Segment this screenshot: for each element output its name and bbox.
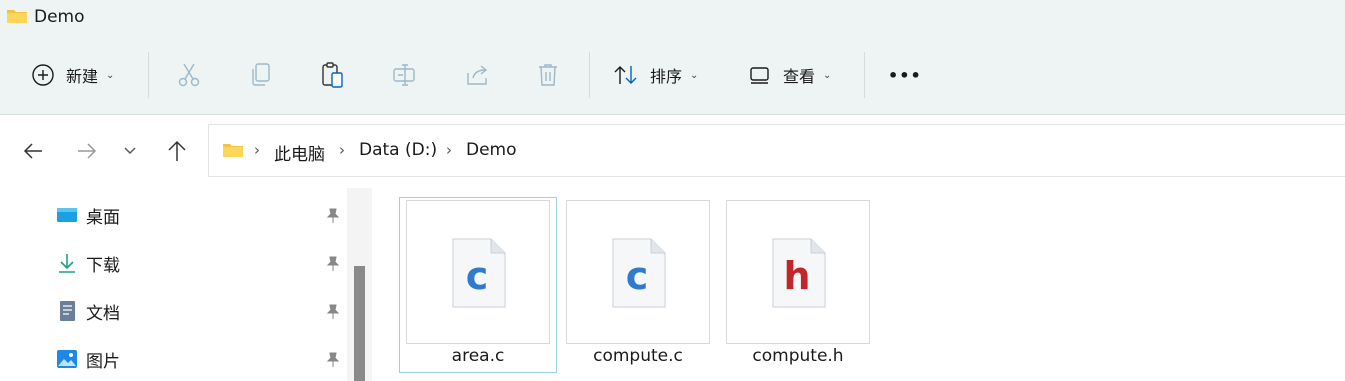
pin-icon[interactable] xyxy=(324,255,342,273)
sidebar-item-desktop[interactable]: 桌面 xyxy=(56,200,120,230)
view-icon xyxy=(750,67,769,84)
file-name[interactable]: compute.c xyxy=(563,346,713,366)
file-thumbnail[interactable]: h xyxy=(726,200,870,344)
file-type-letter: c xyxy=(466,254,489,298)
desktop-icon xyxy=(57,208,77,222)
rename-icon xyxy=(393,64,415,86)
arrow-right-icon xyxy=(78,143,97,159)
pictures-icon xyxy=(57,350,77,368)
folder-icon xyxy=(7,10,27,23)
sidebar-item-label: 下载 xyxy=(86,255,120,276)
trash-icon xyxy=(539,64,557,86)
delete-button[interactable] xyxy=(537,48,559,102)
sidebar-item-documents[interactable]: 文档 xyxy=(56,296,120,326)
navigation-bar: › 此电脑 › Data (D:) › Demo xyxy=(0,124,1345,178)
paste-button[interactable] xyxy=(321,48,345,102)
scissors-icon xyxy=(178,63,200,87)
title-bar: Demo xyxy=(0,0,1345,36)
up-button[interactable] xyxy=(162,136,192,166)
sidebar-item-label: 文档 xyxy=(86,303,120,324)
chevron-down-icon: ⌄ xyxy=(823,69,832,81)
chevron-down-icon xyxy=(124,147,136,154)
back-button[interactable] xyxy=(18,136,48,166)
chevron-right-icon: › xyxy=(254,141,260,159)
breadcrumb-item[interactable]: 此电脑 xyxy=(274,140,325,165)
sort-icon xyxy=(614,66,637,84)
breadcrumb-item[interactable]: Demo xyxy=(466,140,517,160)
file-name[interactable]: area.c xyxy=(403,346,553,366)
recent-locations-button[interactable] xyxy=(115,136,145,166)
clipboard-icon xyxy=(322,62,343,88)
chevron-right-icon: › xyxy=(446,141,452,159)
c-source-file-icon: c xyxy=(452,238,506,308)
sort-label: 排序 xyxy=(650,67,683,86)
file-name[interactable]: compute.h xyxy=(723,346,873,366)
toolbar-separator xyxy=(148,52,149,98)
rename-button[interactable] xyxy=(392,48,418,102)
download-icon xyxy=(59,254,75,273)
divider xyxy=(0,114,1345,115)
more-icon: ••• xyxy=(888,65,922,85)
file-type-letter: c xyxy=(626,254,649,298)
pin-icon[interactable] xyxy=(324,351,342,369)
navigation-pane: 桌面 下载 文档 图片 xyxy=(0,188,372,381)
view-label: 查看 xyxy=(783,67,816,86)
document-icon xyxy=(60,301,75,321)
folder-icon xyxy=(223,144,243,157)
breadcrumb-item[interactable]: Data (D:) xyxy=(359,140,437,160)
sidebar-item-label: 图片 xyxy=(86,351,120,372)
pin-icon[interactable] xyxy=(324,303,342,321)
sidebar-item-downloads[interactable]: 下载 xyxy=(56,248,120,278)
cut-button[interactable] xyxy=(177,48,201,102)
toolbar-separator xyxy=(589,52,590,98)
chevron-down-icon: ⌄ xyxy=(106,69,115,81)
share-icon xyxy=(467,65,488,85)
sidebar-scrollbar-thumb[interactable] xyxy=(354,266,365,381)
more-options-button[interactable]: ••• xyxy=(888,48,922,102)
new-label: 新建 xyxy=(66,67,99,86)
sidebar-item-pictures[interactable]: 图片 xyxy=(56,344,120,374)
sort-button[interactable]: 排序 ⌄ xyxy=(613,48,698,102)
copy-icon xyxy=(252,63,270,86)
pin-icon[interactable] xyxy=(324,207,342,225)
file-thumbnail[interactable]: c xyxy=(566,200,710,344)
copy-button[interactable] xyxy=(250,48,272,102)
file-type-letter: h xyxy=(783,254,810,298)
address-bar[interactable]: › 此电脑 › Data (D:) › Demo xyxy=(208,124,1345,177)
c-header-file-icon: h xyxy=(772,238,826,308)
window-title: Demo xyxy=(34,7,85,27)
new-button[interactable]: 新建 ⌄ xyxy=(32,48,114,102)
plus-circle-icon xyxy=(32,64,54,86)
share-button[interactable] xyxy=(465,48,491,102)
chevron-down-icon: ⌄ xyxy=(690,69,699,81)
arrow-left-icon xyxy=(23,143,42,159)
sidebar-item-label: 桌面 xyxy=(86,207,120,228)
arrow-up-icon xyxy=(168,140,186,161)
file-thumbnail[interactable]: c xyxy=(406,200,550,344)
chevron-right-icon: › xyxy=(339,141,345,159)
toolbar-separator xyxy=(864,52,865,98)
command-bar: 新建 ⌄ 排序 ⌄ 查看 ⌄ ••• xyxy=(0,48,1345,102)
c-source-file-icon: c xyxy=(612,238,666,308)
forward-button[interactable] xyxy=(72,136,102,166)
view-button[interactable]: 查看 ⌄ xyxy=(750,48,831,102)
